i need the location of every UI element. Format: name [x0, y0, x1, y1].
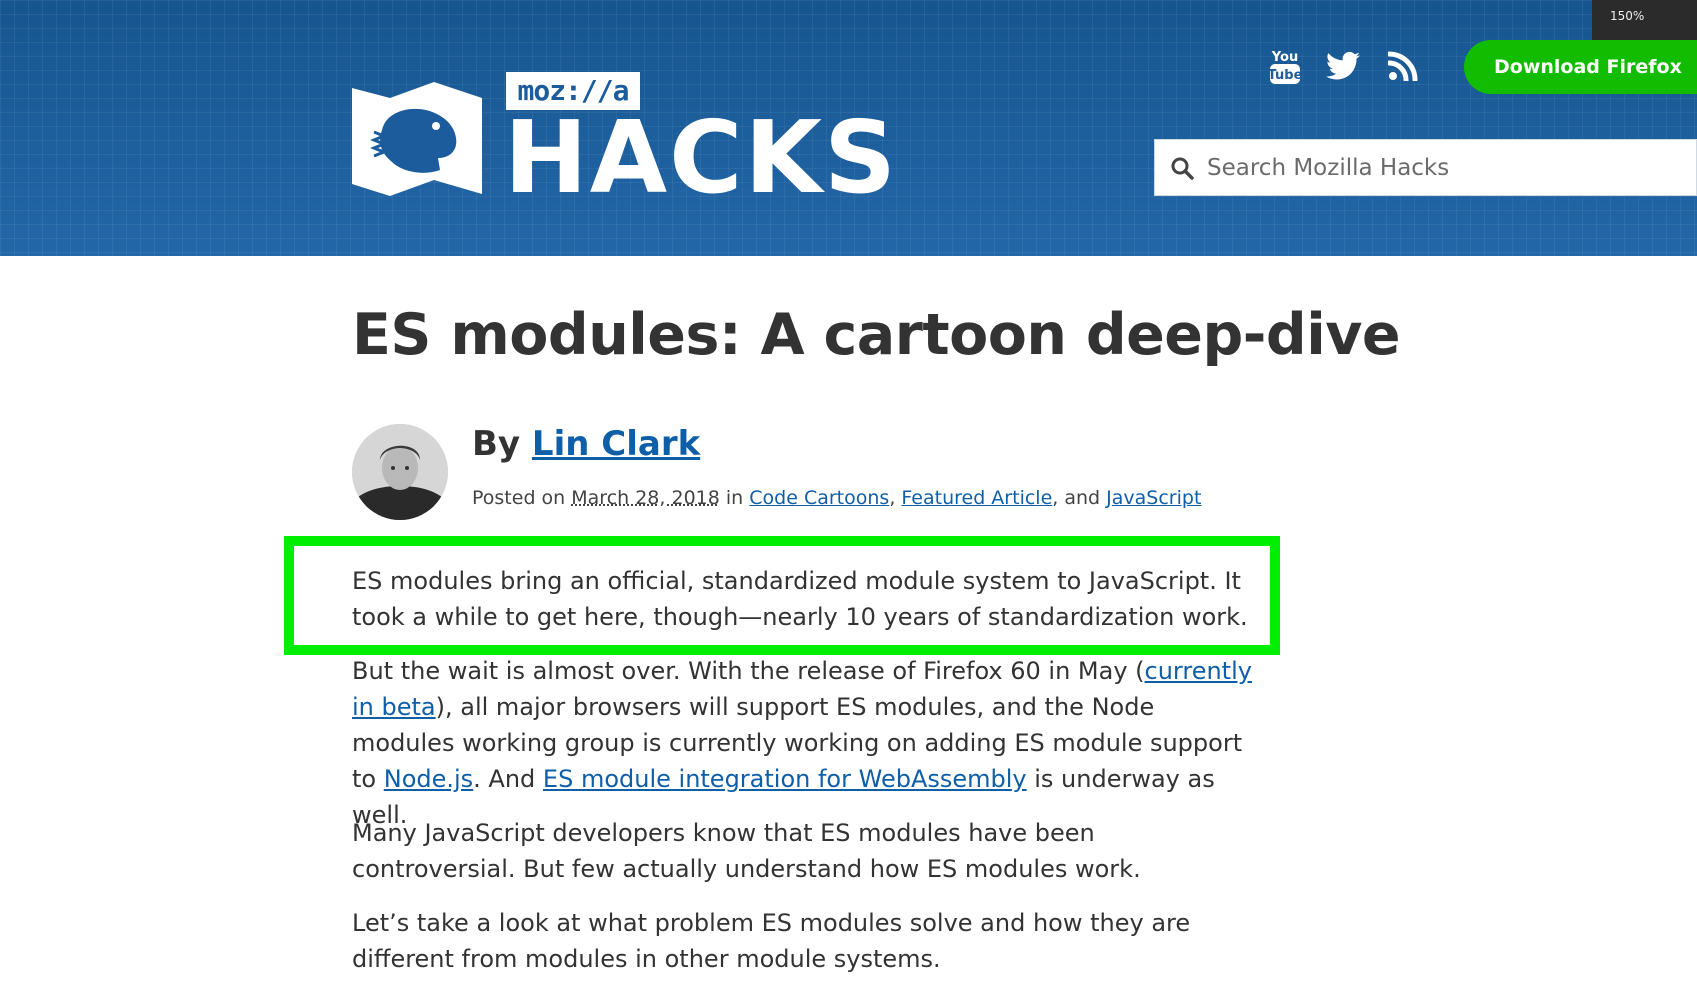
hacks-wordmark: HACKS [504, 99, 898, 216]
zoom-indicator: 150% [1592, 0, 1697, 40]
paragraph-intro: ES modules bring an official, standardiz… [352, 567, 1248, 631]
paragraph-overview: Let’s take a look at what problem ES mod… [352, 909, 1191, 973]
byline: By Lin Clark [472, 424, 700, 464]
wasm-integration-link[interactable]: ES module integration for WebAssembly [543, 765, 1027, 793]
posted-prefix: Posted on [472, 487, 566, 509]
site-header: moz://a HACKS You Tube Download Firefox [0, 0, 1697, 256]
author-avatar[interactable] [352, 424, 448, 520]
paragraph-release: But the wait is almost over. With the re… [352, 653, 1252, 833]
nodejs-link[interactable]: Node.js [384, 765, 473, 793]
search-box [1154, 139, 1697, 196]
svg-text:Tube: Tube [1269, 68, 1301, 83]
post-date: March 28, 2018 [571, 487, 720, 509]
p2-text-c: . And [473, 765, 543, 793]
twitter-icon [1326, 51, 1360, 80]
and-label: and [1064, 487, 1101, 509]
twitter-link[interactable] [1320, 44, 1366, 88]
author-photo-icon [352, 424, 448, 520]
article-title: ES modules: A cartoon deep-dive [352, 302, 1401, 368]
paragraph-controversy: Many JavaScript developers know that ES … [352, 819, 1141, 883]
rss-icon [1388, 51, 1418, 81]
p2-text-a: But the wait is almost over. With the re… [352, 657, 1145, 685]
search-input[interactable] [1195, 140, 1696, 195]
youtube-icon: You Tube [1269, 50, 1301, 84]
category-link-code-cartoons[interactable]: Code Cartoons [749, 487, 889, 509]
author-link[interactable]: Lin Clark [532, 424, 700, 464]
in-label: in [725, 487, 744, 509]
category-link-javascript[interactable]: JavaScript [1106, 487, 1201, 509]
svg-text:You: You [1271, 50, 1298, 65]
category-link-featured-article[interactable]: Featured Article [901, 487, 1052, 509]
youtube-link[interactable]: You Tube [1262, 44, 1308, 88]
search-icon [1169, 155, 1195, 181]
byline-prefix: By [472, 424, 521, 464]
rss-link[interactable] [1380, 44, 1426, 88]
post-meta: Posted on March 28, 2018 in Code Cartoon… [472, 487, 1202, 509]
download-firefox-button[interactable]: Download Firefox [1464, 40, 1697, 94]
